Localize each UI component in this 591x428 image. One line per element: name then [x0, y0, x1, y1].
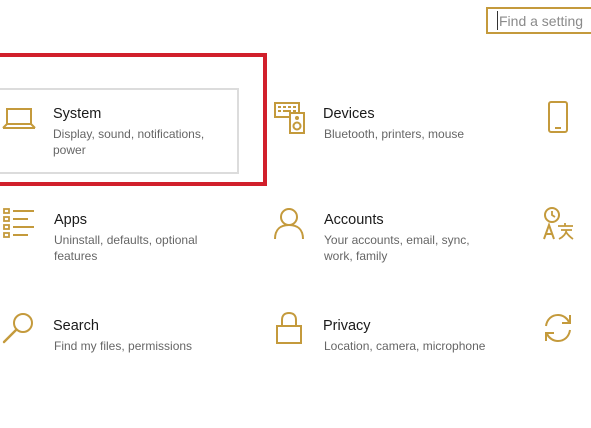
tile-system-desc: Display, sound, notifications, power: [53, 127, 205, 157]
tile-system-title: System: [53, 106, 102, 122]
tile-accounts-desc: Your accounts, email, sync, work, family: [324, 233, 470, 263]
tile-apps-desc: Uninstall, defaults, optional features: [54, 233, 198, 263]
tile-privacy-title: Privacy: [323, 318, 371, 334]
tile-apps-title: Apps: [54, 212, 88, 228]
time-language-icon: [541, 206, 575, 240]
lock-icon: [272, 311, 306, 345]
laptop-icon: [2, 101, 36, 135]
apps-list-icon: [2, 206, 36, 240]
settings-home: Find a setting System Display, sound, no…: [0, 0, 591, 428]
text-caret: [497, 11, 498, 30]
keyboard-speaker-icon: [273, 100, 307, 134]
tile-devices-desc: Bluetooth, printers, mouse: [324, 127, 465, 141]
tile-search-title: Search: [53, 318, 99, 334]
search-placeholder: Find a setting: [499, 13, 584, 29]
phone-icon: [541, 100, 575, 134]
tile-privacy-desc: Location, camera, microphone: [324, 339, 486, 353]
tile-accounts-title: Accounts: [324, 212, 384, 228]
tile-search-desc: Find my files, permissions: [54, 339, 193, 353]
person-icon: [272, 206, 306, 240]
update-sync-icon: [541, 311, 575, 345]
magnifier-icon: [2, 311, 36, 345]
tile-devices-title: Devices: [323, 106, 375, 122]
